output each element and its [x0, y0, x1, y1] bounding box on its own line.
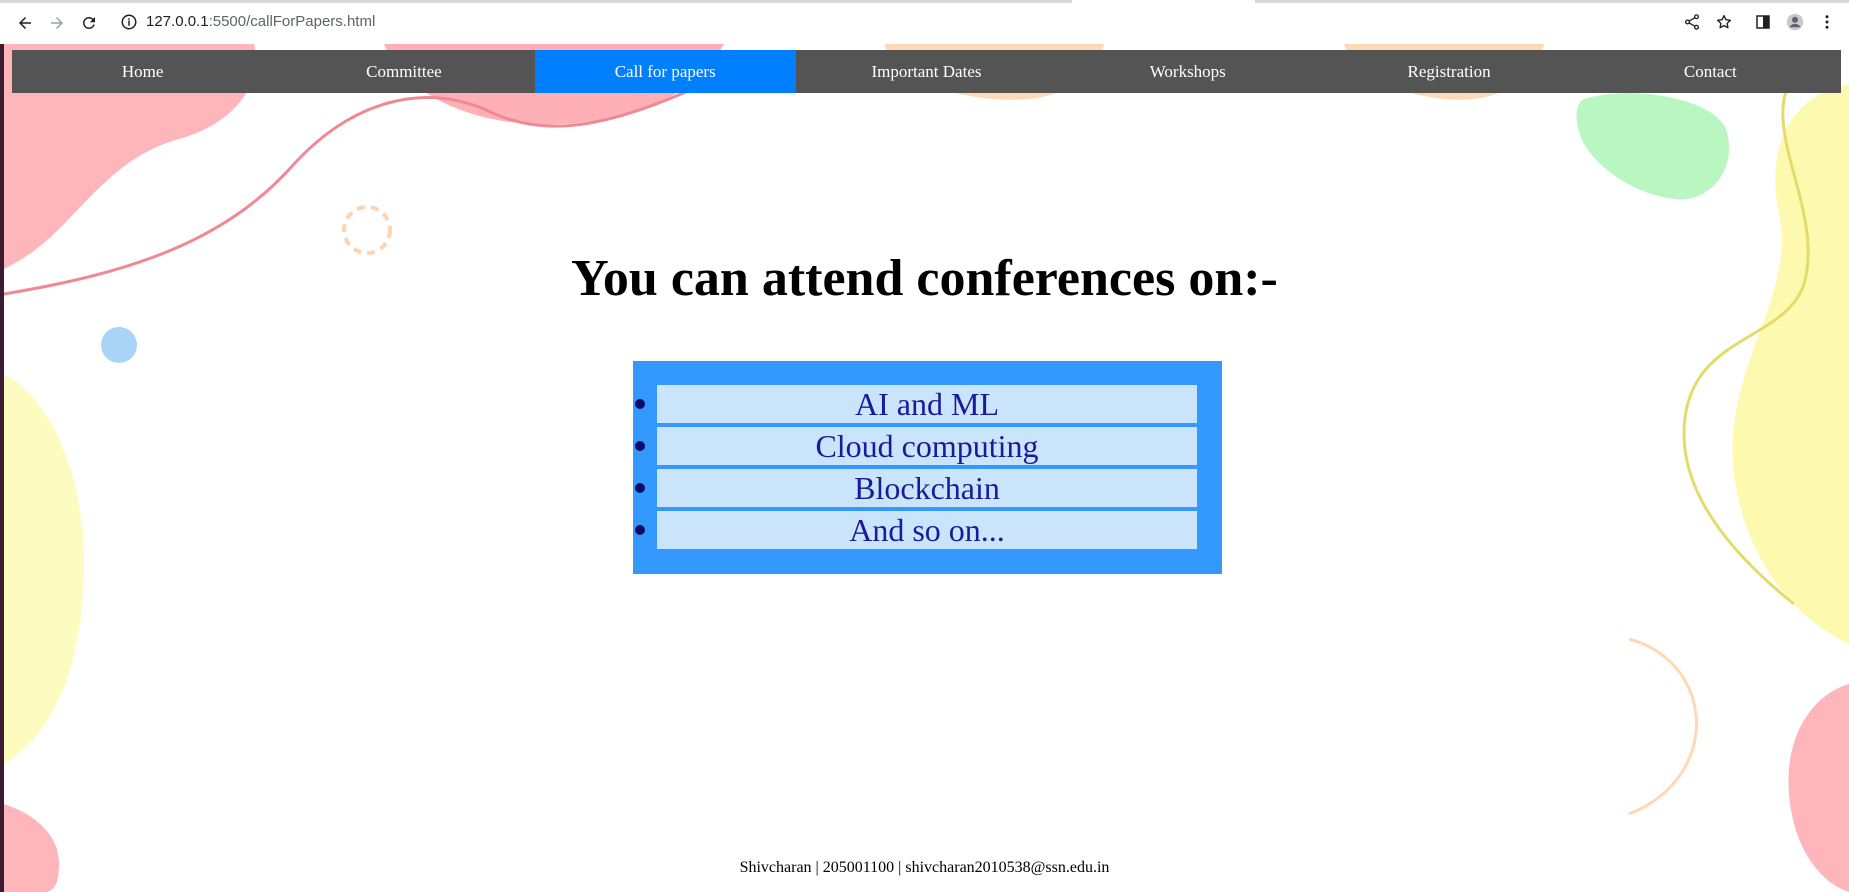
- nav-item-contact[interactable]: Contact: [1580, 50, 1841, 93]
- nav-item-registration[interactable]: Registration: [1318, 50, 1579, 93]
- reload-icon: [82, 16, 95, 29]
- url-host: 127.0.0.1: [146, 13, 209, 30]
- menu-button[interactable]: [1816, 11, 1838, 33]
- reload-button[interactable]: [74, 8, 104, 38]
- bullet-icon: [635, 483, 645, 493]
- nav-item-workshops[interactable]: Workshops: [1057, 50, 1318, 93]
- topic-label: AI and ML: [855, 385, 999, 422]
- info-icon[interactable]: [120, 13, 138, 31]
- kebab-menu-icon: [1825, 15, 1829, 29]
- nav-item-important-dates[interactable]: Important Dates: [796, 50, 1057, 93]
- star-icon: [1716, 14, 1732, 29]
- nav-item-committee[interactable]: Committee: [273, 50, 534, 93]
- topic-label: And so on...: [849, 511, 1005, 548]
- tab-strip-edge: [1255, 0, 1849, 3]
- topic-item: AI and ML: [635, 385, 1197, 423]
- forward-button[interactable]: [42, 8, 72, 38]
- bullet-icon: [635, 525, 645, 535]
- bullet-icon: [635, 441, 645, 451]
- bookmark-button[interactable]: [1713, 11, 1735, 33]
- page-viewport: Home Committee Call for papers Important…: [0, 44, 1849, 892]
- page-footer: Shivcharan | 205001100 | shivcharan20105…: [739, 859, 1110, 876]
- topic-item: Blockchain: [635, 469, 1197, 507]
- url-path: :5500/callForPapers.html: [208, 13, 376, 30]
- tab-strip-edge: [0, 0, 1072, 3]
- browser-toolbar: 127.0.0.1:5500/callForPapers.html: [0, 0, 1849, 45]
- topic-label: Blockchain: [854, 469, 1000, 506]
- topic-item: Cloud computing: [635, 427, 1197, 465]
- topic-list-box: AI and ML Cloud computing Blockchain And…: [633, 361, 1222, 574]
- bullet-icon: [635, 399, 645, 409]
- side-panel-button[interactable]: [1752, 11, 1774, 33]
- topic-item: And so on...: [635, 511, 1197, 549]
- nav-item-call-for-papers[interactable]: Call for papers: [534, 50, 796, 93]
- share-icon: [1684, 14, 1700, 30]
- address-bar[interactable]: 127.0.0.1:5500/callForPapers.html: [146, 13, 375, 30]
- page-heading: You can attend conferences on:-: [571, 250, 1278, 307]
- profile-button[interactable]: [1784, 11, 1806, 33]
- back-button[interactable]: [10, 8, 40, 38]
- nav-item-home[interactable]: Home: [12, 50, 273, 93]
- arrow-left-icon: [19, 17, 31, 29]
- share-button[interactable]: [1681, 11, 1703, 33]
- arrow-right-icon: [51, 17, 63, 29]
- side-panel-icon: [1756, 15, 1770, 29]
- main-navigation: Home Committee Call for papers Important…: [12, 50, 1841, 93]
- profile-icon: [1786, 13, 1804, 31]
- topic-label: Cloud computing: [815, 427, 1039, 464]
